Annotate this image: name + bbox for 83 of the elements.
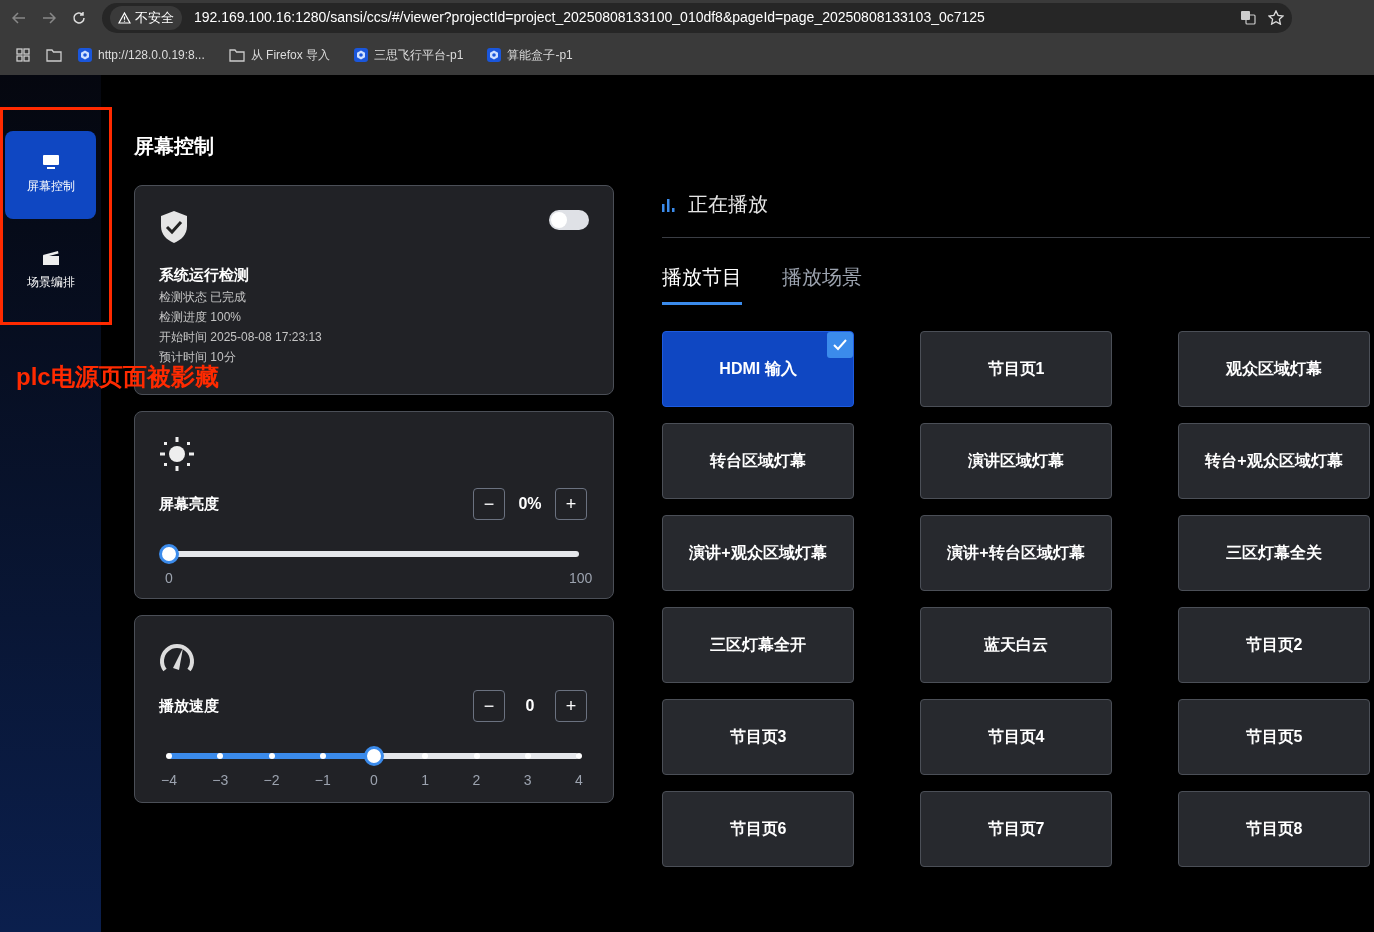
security-chip[interactable]: 不安全 (110, 5, 182, 30)
tick-label: 0 (164, 569, 174, 588)
folder-icon (46, 48, 62, 62)
detection-line: 预计时间 10分 (159, 348, 237, 364)
toggle-switch[interactable] (549, 210, 589, 230)
bookmark-label: 从 Firefox 导入 (250, 47, 331, 64)
decrease-button[interactable]: − (473, 488, 505, 520)
shield-check-icon (159, 210, 189, 244)
program-button[interactable]: 演讲+观众区域灯幕 (662, 515, 854, 591)
tick-label: −2 (262, 771, 281, 790)
tick-label: 3 (522, 771, 533, 790)
program-button[interactable]: 节目页1 (920, 331, 1112, 407)
sun-icon (159, 436, 195, 472)
bookmark-label: http://128.0.0.19:8... (98, 47, 205, 64)
bookmark-item[interactable]: 从 Firefox 导入 (228, 46, 331, 64)
monitor-icon (41, 155, 60, 169)
globe-icon (354, 48, 369, 62)
program-button[interactable]: 转台+观众区域灯幕 (1178, 423, 1370, 499)
forward-icon[interactable] (42, 11, 56, 24)
reload-icon[interactable] (72, 10, 86, 25)
program-button[interactable]: 节目页7 (920, 791, 1112, 867)
star-icon[interactable] (1268, 10, 1284, 25)
slider-thumb[interactable] (364, 746, 384, 766)
increase-button[interactable]: + (555, 690, 587, 722)
program-button[interactable]: 蓝天白云 (920, 607, 1112, 683)
sidebar-item[interactable]: 屏幕控制 (5, 131, 96, 219)
program-button[interactable]: 演讲+转台区域灯幕 (920, 515, 1112, 591)
detection-line: 检测进度 100% (159, 308, 243, 326)
program-button[interactable]: 节目页8 (1178, 791, 1370, 867)
address-bar[interactable]: 不安全 192.169.100.16:1280/sansi/ccs/#/viewer?projectId=project_20250808133100_010df8&pageId=page_20250808133103_0c7125 (102, 2, 1292, 33)
bookmark-label: 三思飞行平台-p1 (374, 47, 464, 64)
url-text: 192.169.100.16:1280/sansi/ccs/#/viewer?projectId=project_20250808133100_010df8&pageId=page_20250808133103_0c7125 (194, 8, 986, 27)
increase-button[interactable]: + (555, 488, 587, 520)
brightness-label: 屏幕亮度 (159, 493, 219, 514)
globe-icon (487, 48, 502, 62)
speed-label: 播放速度 (159, 695, 219, 716)
tick-label: −4 (160, 771, 178, 790)
folder-icon (228, 48, 245, 62)
security-label: 不安全 (135, 8, 174, 27)
annotation-text: plc电源页面被影藏 (16, 364, 219, 390)
equalizer-icon (662, 196, 676, 212)
tick-label: 1 (420, 771, 431, 790)
card-title: 系统运行检测 (159, 265, 250, 285)
page-title: 屏幕控制 (134, 134, 215, 159)
program-button[interactable]: 三区灯幕全开 (662, 607, 854, 683)
detection-line: 开始时间 2025-08-08 17:23:13 (159, 328, 323, 346)
program-button[interactable]: 转台区域灯幕 (662, 423, 854, 499)
program-button[interactable]: 演讲区域灯幕 (920, 423, 1112, 499)
clapperboard-icon (41, 251, 60, 265)
apps-icon[interactable] (16, 48, 30, 62)
back-icon[interactable] (12, 11, 26, 24)
tab[interactable]: 播放场景 (782, 262, 862, 305)
slider-thumb[interactable] (159, 544, 179, 564)
translate-icon[interactable] (1240, 10, 1256, 25)
tick-label: −3 (211, 771, 230, 790)
tick-label: 4 (574, 771, 584, 790)
sidebar-label: 场景编排 (26, 274, 75, 291)
tick-label: 0 (369, 771, 379, 790)
detection-line: 检测状态 已完成 (159, 288, 248, 306)
program-button[interactable]: 观众区域灯幕 (1178, 331, 1370, 407)
tick-label: −1 (313, 771, 332, 790)
tab[interactable]: 播放节目 (662, 262, 742, 305)
tick-label: 2 (471, 771, 482, 790)
program-button[interactable]: 三区灯幕全关 (1178, 515, 1370, 591)
globe-icon (78, 48, 92, 62)
bookmark-item[interactable]: 算能盒子-p1 (487, 46, 573, 64)
program-button[interactable]: 节目页2 (1178, 607, 1370, 683)
program-button[interactable]: HDMI 输入 (662, 331, 854, 407)
program-button[interactable]: 节目页6 (662, 791, 854, 867)
sidebar-item[interactable]: 场景编排 (5, 227, 96, 315)
program-button[interactable]: 节目页4 (920, 699, 1112, 775)
warning-icon (118, 11, 131, 24)
sidebar-label: 屏幕控制 (26, 178, 75, 195)
program-button[interactable]: 节目页5 (1178, 699, 1370, 775)
bookmark-item[interactable]: http://128.0.0.19:8... (78, 46, 205, 64)
bookmark-item[interactable]: 三思飞行平台-p1 (354, 46, 464, 64)
value-text: 0% (517, 494, 543, 514)
check-icon (827, 332, 853, 358)
bookmark-label: 算能盒子-p1 (507, 47, 573, 64)
section-title: 正在播放 (688, 192, 768, 217)
program-button[interactable]: 节目页3 (662, 699, 854, 775)
value-text: 0 (524, 696, 536, 716)
decrease-button[interactable]: − (473, 690, 505, 722)
